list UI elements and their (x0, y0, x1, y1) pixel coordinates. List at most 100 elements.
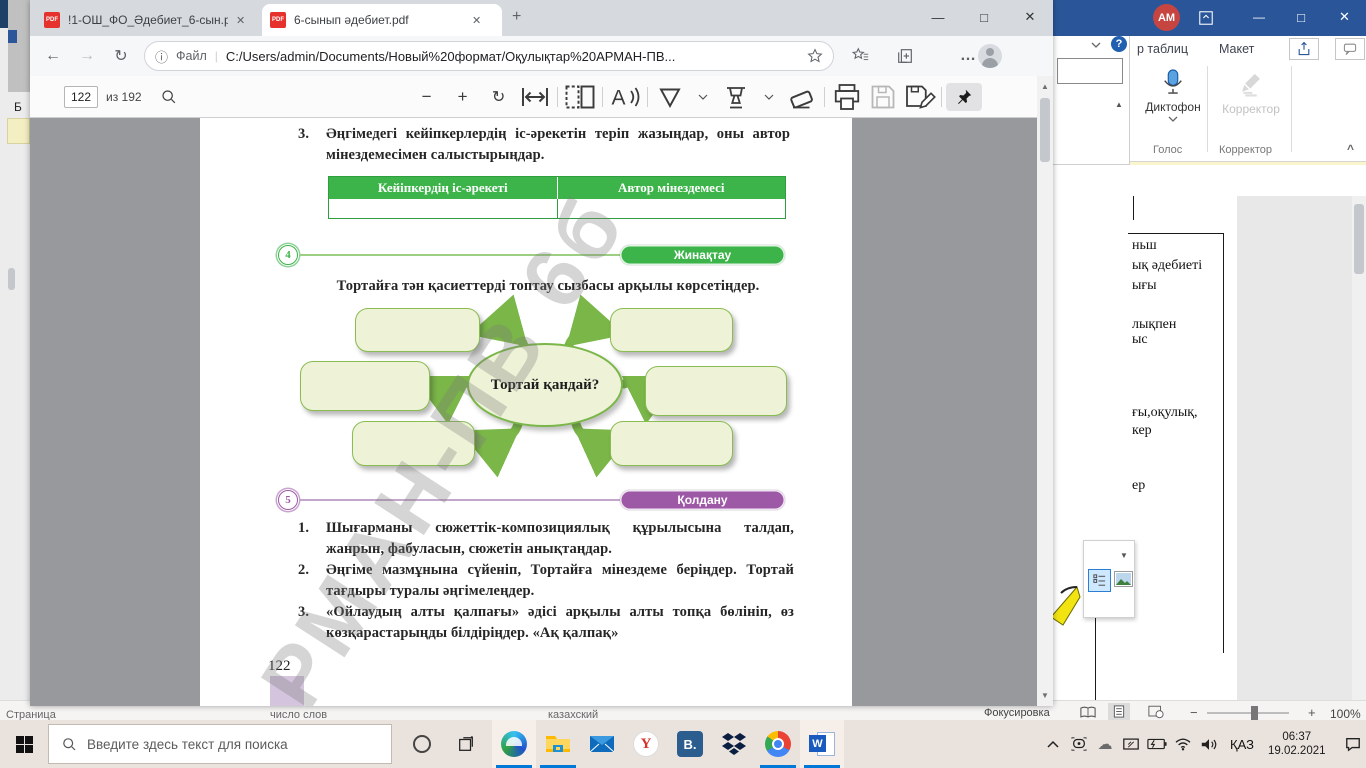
collapse-ribbon-button[interactable]: ^ (1347, 142, 1354, 156)
profile-avatar[interactable] (978, 44, 1002, 68)
tray-volume-button[interactable] (1196, 720, 1222, 768)
popup-scroll-down-icon[interactable]: ▼ (1120, 551, 1128, 560)
taskbar-word-button[interactable]: W (800, 720, 844, 768)
rotate-button[interactable]: ↻ (481, 82, 517, 112)
page-number-input[interactable] (64, 85, 98, 108)
read-mode-icon[interactable] (1080, 706, 1096, 719)
zoom-slider-track[interactable] (1207, 712, 1289, 714)
clock[interactable]: 06:37 19.02.2021 (1268, 730, 1326, 758)
comments-button[interactable] (1335, 38, 1365, 60)
diagram-box-top-right[interactable] (610, 308, 733, 352)
zoom-in-button[interactable]: + (1308, 705, 1316, 720)
diagram-box-bottom-left[interactable] (352, 421, 475, 466)
taskbar-dropbox-button[interactable] (712, 720, 756, 768)
edge-minimize-button[interactable]: — (915, 0, 961, 34)
print-layout-icon[interactable] (1108, 703, 1130, 720)
search-icon[interactable] (160, 88, 177, 105)
more-menu-button[interactable]: … (960, 47, 976, 65)
draw-options-chevron-icon[interactable] (698, 94, 708, 100)
tab-close-icon[interactable]: ✕ (472, 14, 481, 27)
favorites-bar-icon[interactable] (852, 47, 870, 65)
status-language-label[interactable]: казахский (548, 709, 598, 720)
page-view-icon[interactable] (562, 82, 598, 112)
zoom-out-button[interactable]: − (1190, 705, 1198, 720)
forward-button[interactable]: → (70, 47, 104, 65)
tab-layout[interactable]: Макет (1219, 42, 1254, 56)
word-scrollbar[interactable] (1352, 196, 1366, 703)
zoom-in-button[interactable]: + (445, 82, 481, 112)
diagram-box-top-left[interactable] (355, 308, 480, 352)
scroll-down-icon[interactable]: ▼ (1041, 691, 1049, 700)
taskbar-chrome-button[interactable] (756, 720, 800, 768)
picture-view-button[interactable] (1114, 571, 1133, 587)
scroll-up-icon[interactable]: ▲ (1041, 82, 1049, 91)
address-field[interactable]: ⓘ Файл | C:/Users/admin/Documents/Новый%… (144, 41, 834, 71)
tab-pdf-1[interactable]: PDF !1-ОШ_ФО_Әдебиет_6-сын.pdf ✕ (36, 4, 260, 36)
eraser-icon[interactable] (784, 82, 820, 112)
word-close-button[interactable]: ✕ (1323, 0, 1366, 34)
status-page-label[interactable]: Страница (6, 709, 56, 720)
diagram-box-mid-right[interactable] (645, 366, 787, 416)
zoom-slider-thumb[interactable] (1251, 706, 1258, 720)
word-minimize-button[interactable]: — (1239, 0, 1279, 34)
diagram-box-mid-left[interactable] (300, 361, 430, 411)
diagram-box-bottom-right[interactable] (610, 421, 733, 466)
refresh-button[interactable]: ↻ (104, 46, 138, 66)
pdf-scrollbar-thumb[interactable] (1040, 98, 1050, 162)
tab-close-icon[interactable]: ✕ (236, 14, 245, 27)
tray-display-button[interactable] (1118, 720, 1144, 768)
taskbar-explorer-button[interactable] (536, 720, 580, 768)
outline-view-button[interactable] (1088, 569, 1111, 592)
highlighter-icon[interactable] (718, 82, 754, 112)
tray-onedrive-button[interactable]: ☁ (1092, 720, 1118, 768)
add-favorite-star-icon[interactable] (807, 48, 823, 64)
zoom-out-button[interactable]: − (409, 82, 445, 112)
word-restore-button[interactable]: □ (1281, 0, 1321, 34)
pdf-scrollbar[interactable]: ▲ ▼ (1037, 76, 1053, 706)
action-center-button[interactable] (1340, 720, 1366, 768)
dictate-button[interactable]: Диктофон (1141, 66, 1205, 142)
background-scrollbar-thumb[interactable] (8, 268, 15, 290)
language-indicator[interactable]: ҚАЗ (1230, 737, 1254, 752)
site-info-icon[interactable]: ⓘ (155, 47, 168, 66)
taskbar-edge-button[interactable] (492, 720, 536, 768)
save-as-icon[interactable] (901, 82, 937, 112)
web-layout-icon[interactable] (1148, 705, 1164, 719)
new-tab-button[interactable]: + (512, 8, 521, 26)
start-button[interactable] (0, 720, 48, 768)
back-button[interactable]: ← (36, 47, 70, 65)
taskbar-search[interactable]: Введите здесь текст для поиска (48, 724, 392, 764)
tray-recorder-button[interactable] (1066, 720, 1092, 768)
highlighter-options-chevron-icon[interactable] (764, 94, 774, 100)
status-focus-label[interactable]: Фокусировка (984, 707, 1050, 719)
tray-battery-button[interactable] (1144, 720, 1170, 768)
tray-wifi-button[interactable] (1170, 720, 1196, 768)
print-icon[interactable] (829, 82, 865, 112)
pdf-content-area[interactable]: АРМАН-ПВ 6б 3. Әңгімедегі кейіпкерлердің… (30, 118, 1037, 706)
taskbar-bitrix-button[interactable]: B. (668, 720, 712, 768)
popup-input[interactable] (1057, 58, 1123, 84)
taskbar-yandex-button[interactable]: Y (624, 720, 668, 768)
edge-close-button[interactable]: ✕ (1007, 0, 1053, 34)
cortana-button[interactable] (400, 720, 444, 768)
tray-expand-button[interactable] (1040, 720, 1066, 768)
edge-maximize-button[interactable]: □ (961, 0, 1007, 34)
task-view-button[interactable] (444, 720, 488, 768)
corrector-button[interactable]: Корректор (1211, 66, 1291, 142)
popup-chevron-down-icon[interactable] (1091, 42, 1101, 48)
status-wordcount-label[interactable]: число слов (270, 709, 327, 720)
ribbon-display-options-icon[interactable] (1198, 10, 1214, 26)
fit-to-width-icon[interactable] (517, 82, 553, 112)
account-avatar[interactable]: AM (1153, 4, 1180, 31)
read-aloud-icon[interactable]: A (607, 82, 643, 112)
help-icon[interactable]: ? (1111, 36, 1127, 52)
pin-toolbar-button[interactable] (945, 82, 982, 111)
collections-icon[interactable] (896, 47, 914, 65)
tab-pdf-2-active[interactable]: PDF 6-сынып әдебиет.pdf ✕ (262, 4, 502, 36)
zoom-percent-label[interactable]: 100% (1330, 707, 1361, 720)
word-scrollbar-thumb[interactable] (1354, 204, 1364, 274)
share-button[interactable] (1289, 38, 1319, 60)
taskbar-mail-button[interactable] (580, 720, 624, 768)
popup-scroll-up-icon[interactable]: ▲ (1115, 100, 1123, 109)
draw-pen-icon[interactable] (652, 82, 688, 112)
